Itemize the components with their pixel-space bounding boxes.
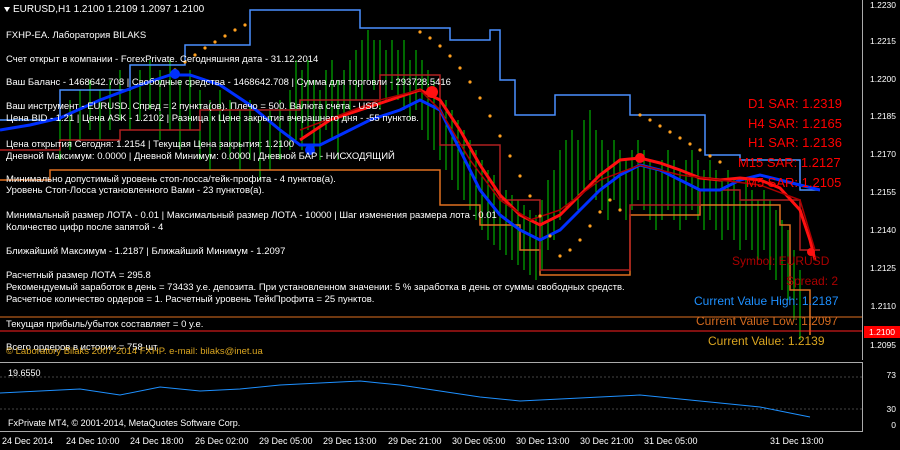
sar-h1: H1 SAR: 1.2136 — [748, 135, 842, 150]
time-label: 31 Dec 13:00 — [770, 436, 824, 446]
price-label: 1.2125 — [870, 263, 896, 273]
current-low-label: Current Value Low: 1.2097 — [696, 314, 838, 328]
price-label: 1.2095 — [870, 340, 896, 350]
price-label: 1.2140 — [870, 225, 896, 235]
info-line-11: Количество цифр после запятой - 4 — [6, 222, 164, 233]
info-line-9: Уровень Стоп-Лосса установленного Вами -… — [6, 185, 265, 196]
sar-h4: H4 SAR: 1.2165 — [748, 116, 842, 131]
sar-d1: D1 SAR: 1.2319 — [748, 96, 842, 111]
time-label: 24 Dec 2014 — [2, 436, 54, 446]
indicator-level: 0 — [891, 420, 896, 430]
info-line-10: Минимальный размер ЛОТА - 0.01 | Максима… — [6, 210, 497, 221]
info-line-4: Ваш инструмент - EURUSD. Спред = 2 пункт… — [6, 101, 382, 112]
time-label: 29 Dec 21:00 — [388, 436, 442, 446]
current-high-label: Current Value High: 1.2187 — [694, 294, 839, 308]
signal-markers — [170, 69, 815, 256]
current-price-box: 1.2100 — [864, 326, 900, 338]
indicator-level: 30 — [886, 404, 896, 414]
indicator-level: 73 — [886, 370, 896, 380]
dropdown-icon[interactable] — [4, 6, 10, 12]
time-label: 30 Dec 05:00 — [452, 436, 506, 446]
info-line-14: Рекомендуемый заработок в день = 73433 у… — [6, 282, 625, 293]
indicator-value: 19.6550 — [8, 368, 41, 378]
time-label: 26 Dec 02:00 — [195, 436, 249, 446]
info-line-12: Ближайший Максимум - 1.2187 | Ближайший … — [6, 246, 286, 257]
info-line-1: FXHP-EA. Лаборатория BILAKS — [6, 30, 147, 41]
sar-m15: M15 SAR: 1.2127 — [738, 155, 841, 170]
price-label: 1.2185 — [870, 111, 896, 121]
main-chart[interactable]: EURUSD,H1 1.2100 1.2109 1.2097 1.2100 FX… — [0, 0, 863, 360]
price-label: 1.2170 — [870, 149, 896, 159]
symbol-label: Symbol: EURUSD — [732, 254, 830, 268]
info-line-16: Текущая прибыль/убыток составляет = 0 у.… — [6, 319, 204, 330]
chart-header: EURUSD,H1 1.2100 1.2109 1.2097 1.2100 — [4, 4, 204, 15]
info-line-8: Минимально допустимый уровень стоп-лосса… — [6, 174, 336, 185]
price-label: 1.2230 — [870, 0, 896, 10]
price-label: 1.2215 — [870, 36, 896, 46]
spread-label: Spread: 2 — [786, 274, 839, 288]
price-label: 1.2110 — [870, 301, 896, 311]
time-label: 30 Dec 21:00 — [580, 436, 634, 446]
price-label: 1.2200 — [870, 74, 896, 84]
time-label: 30 Dec 13:00 — [516, 436, 570, 446]
info-line-5: Цена BID - 1.21 | Цена ASK - 1.2102 | Ра… — [6, 113, 419, 124]
sar-m5: M5 SAR: 1.2105 — [746, 175, 842, 190]
info-line-13: Расчетный размер ЛОТА = 295.8 — [6, 270, 151, 281]
copyright-lab: © Laboratory Bilaks 2007-2014 FXHP. e-ma… — [6, 346, 263, 357]
info-line-6: Цена открытия Сегодня: 1.2154 | Текущая … — [6, 139, 295, 150]
time-label: 29 Dec 05:00 — [259, 436, 313, 446]
info-line-15: Расчетное количество ордеров = 1. Расчет… — [6, 294, 375, 305]
terminal-window: { "chart": { "header": "EURUSD,H1 1.2100… — [0, 0, 900, 450]
current-value-label: Current Value: 1.2139 — [708, 334, 825, 348]
time-label: 24 Dec 18:00 — [130, 436, 184, 446]
info-line-3: Ваш Баланс - 1468642.708 | Свободные сре… — [6, 77, 451, 88]
time-label: 24 Dec 10:00 — [66, 436, 120, 446]
info-line-2: Счет открыт в компании - ForexPrivate. С… — [6, 54, 319, 65]
time-label: 29 Dec 13:00 — [323, 436, 377, 446]
chart-header-text: EURUSD,H1 1.2100 1.2109 1.2097 1.2100 — [13, 4, 205, 15]
time-label: 31 Dec 05:00 — [644, 436, 698, 446]
price-label: 1.2155 — [870, 187, 896, 197]
indicator-line — [0, 380, 811, 418]
info-line-7: Дневной Максимум: 0.0000 | Дневной Миним… — [6, 151, 395, 162]
copyright-text: FxPrivate MT4, © 2001-2014, MetaQuotes S… — [8, 418, 241, 428]
